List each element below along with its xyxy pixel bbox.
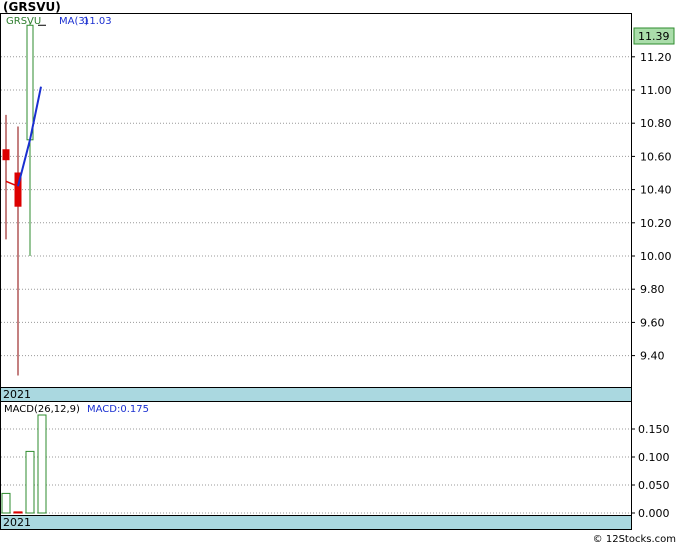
price-year-strip (0, 387, 632, 402)
last-price-label: 11.39 (638, 30, 670, 43)
macd-axis: 0.150 0.100 0.050 0.000 (631, 423, 670, 520)
price-year-label: 2021 (3, 388, 31, 401)
macd-panel (0, 401, 632, 516)
macd-bar (25, 450, 35, 514)
price-tick-label: 10.60 (640, 150, 672, 163)
price-tick-label: 10.20 (640, 217, 672, 230)
price-tick-label: 11.00 (640, 84, 672, 97)
macd-tick-label: 0.000 (638, 507, 670, 520)
price-tick-label: 10.80 (640, 117, 672, 130)
macd-tick-label: 0.100 (638, 451, 670, 464)
macd-bar (13, 511, 23, 514)
price-tick-label: 10.00 (640, 250, 672, 263)
macd-bar (1, 492, 11, 514)
legend-ma-value: 11.03 (83, 16, 112, 27)
price-tick-label: 11.20 (640, 51, 672, 64)
price-tick-label: 9.60 (640, 316, 665, 329)
macd-year-strip (0, 515, 632, 530)
macd-legend-label: MACD(26,12,9) (4, 404, 80, 415)
macd-legend-value: MACD:0.175 (87, 404, 149, 415)
price-tick-label: 10.40 (640, 184, 672, 197)
macd-bar (37, 414, 47, 514)
stock-chart: 11.20 11.00 10.80 10.60 10.40 10.20 10.00 9.80 9… (0, 13, 675, 530)
candle-body (2, 149, 10, 161)
price-tick-label: 9.40 (640, 350, 665, 363)
legend-symbol: GRSVU (6, 16, 41, 27)
footer-credit: © 12Stocks.com (592, 534, 676, 545)
price-panel (0, 13, 632, 388)
macd-tick-label: 0.150 (638, 423, 670, 436)
price-axis: 11.20 11.00 10.80 10.60 10.40 10.20 10.00 9.80 9… (631, 51, 672, 363)
candle-body (26, 24, 34, 141)
price-tick-label: 9.80 (640, 283, 665, 296)
macd-tick-label: 0.050 (638, 479, 670, 492)
macd-year-label: 2021 (3, 516, 31, 529)
